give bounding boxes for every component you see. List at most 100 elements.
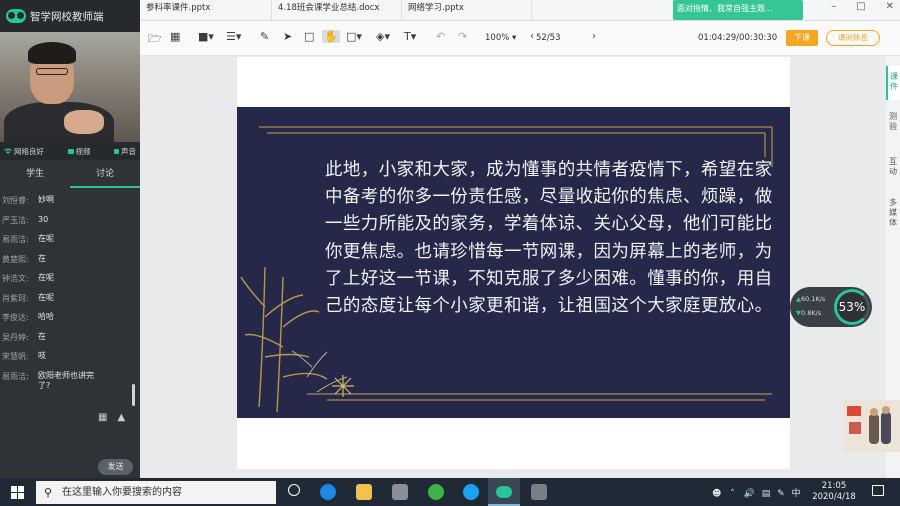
media-status-bar: 网络良好 视频 声音 [0, 142, 140, 160]
speaker-icon [114, 148, 119, 154]
upload-speed: ▲60.1K/s [796, 295, 826, 303]
video-thumbnail[interactable] [843, 400, 900, 452]
zoom-value: 100% [485, 33, 510, 43]
clock-time: 21:05 [821, 481, 847, 491]
chat-scrollbar[interactable] [132, 384, 135, 406]
chat-text: 在呢 [38, 273, 54, 282]
slide: 此地，小家和大家，成为懂事的共情者疫情下，希望在家中备考的你多一份责任感，尽量收… [237, 107, 790, 418]
redo-icon[interactable]: ↷ [458, 30, 467, 43]
clock[interactable]: 21:05 2020/4/18 [806, 481, 862, 503]
slide-body-text: 此地，小家和大家，成为懂事的共情者疫情下，希望在家中备考的你多一份责任感，尽量收… [325, 160, 773, 317]
shape-icon[interactable]: □▾ [346, 30, 362, 43]
app-icon-4[interactable] [531, 484, 547, 500]
prev-page-icon[interactable]: ‹ [530, 31, 534, 42]
search-placeholder: 在这里输入你要搜索的内容 [62, 487, 182, 498]
taskbar-search[interactable]: ⚲ 在这里输入你要搜索的内容 [36, 481, 276, 504]
app-name: 智学网校教师端 [30, 10, 104, 23]
file-tab-1[interactable]: 参科率课件.pptx [140, 0, 272, 20]
folder-icon[interactable]: 🗁 [148, 30, 162, 49]
app-logo-icon [6, 9, 26, 23]
chat-text: 在 [38, 253, 46, 263]
next-page-icon[interactable]: › [592, 31, 596, 42]
audio-toggle[interactable]: 声音 [114, 146, 136, 157]
volume-icon[interactable]: 🔊 [744, 489, 755, 499]
network-icon[interactable]: ▤ [762, 489, 771, 499]
file-tab-2[interactable]: 4.18班会课学业总结.docx [272, 0, 402, 20]
text-icon[interactable]: T▾ [404, 30, 416, 43]
camera-person-glasses [36, 68, 68, 75]
minimize-icon[interactable]: – [831, 1, 836, 12]
people-icon[interactable]: ☻ [712, 489, 721, 499]
tray-up-icon[interactable]: ˄ [730, 489, 735, 499]
camera-person-hand [64, 110, 104, 134]
fill-color-icon[interactable]: ■▾ [198, 30, 214, 43]
app-brand: 智学网校教师端 [0, 0, 140, 32]
page-counter: 52/53 [536, 33, 561, 43]
file-explorer-icon[interactable] [356, 484, 372, 500]
clock-date: 2020/4/18 [812, 492, 856, 502]
pointer-icon[interactable]: ➤ [283, 30, 292, 43]
eraser-icon[interactable]: ◈▾ [376, 30, 390, 43]
add-file-icon[interactable]: ▦ [170, 30, 180, 43]
clear-chat-icon[interactable]: ▲ [117, 412, 125, 423]
app-icon-1[interactable] [392, 484, 408, 500]
network-status: 网络良好 [4, 146, 44, 157]
slide-page: 此地，小家和大家，成为懂事的共情者疫情下，希望在家中备考的你多一份责任感，尽量收… [237, 57, 790, 469]
chat-text: 30 [38, 214, 49, 224]
wifi-icon [4, 148, 12, 154]
chat-message: 黄楚熙: 在 [0, 249, 140, 269]
tab-courseware[interactable]: 课件 [886, 66, 900, 100]
windows-taskbar: ⚲ 在这里输入你要搜索的内容 ☻ ˄ 🔊 ▤ ✎ 中 21:05 2020/4/… [0, 478, 900, 506]
network-speed-widget[interactable]: ▲60.1K/s ▼0.8K/s 53% [790, 287, 872, 327]
break-button[interactable]: 课间休息 [826, 30, 880, 46]
audio-label: 声音 [121, 146, 136, 156]
chat-message: 肖紫珂: 在呢 [0, 288, 140, 308]
pen-tray-icon[interactable]: ✎ [777, 489, 785, 499]
hand-icon[interactable]: ✋ [322, 30, 340, 43]
end-class-button[interactable]: 下课 [786, 30, 818, 46]
video-label: 视频 [75, 146, 91, 156]
download-speed: ▼0.8K/s [796, 309, 822, 317]
zoom-select[interactable]: 100% ▾ [485, 33, 516, 43]
tab-discussion[interactable]: 讨论 [70, 160, 140, 188]
chat-message: 宋慧帆: 吱 [0, 346, 140, 366]
chat-message: 易雨洁: 在呢 [0, 229, 140, 249]
tab-media[interactable]: 多媒体 [886, 198, 900, 238]
file-tab-3[interactable]: 网络学习.pptx [402, 0, 532, 20]
tab-quiz[interactable]: 测验 [886, 112, 900, 142]
close-icon[interactable]: ✕ [886, 1, 894, 12]
task-view-icon[interactable] [288, 484, 300, 496]
tab-interact[interactable]: 互动 [886, 157, 900, 187]
chat-tools: ▦ ▲ [98, 412, 125, 423]
chat-message: 易雨洁: 欧阳老师也讲完了? [0, 366, 140, 390]
chat-sender: 黄楚熙: [2, 254, 29, 264]
pen-icon[interactable]: ✎ [260, 30, 269, 43]
chat-text: 在 [38, 331, 46, 341]
left-panel: 智学网校教师端 网络良好 视频 声音 学生 讨论 刘恒睿: 妙啊严玉洁: 30 易雨洁… [0, 0, 140, 478]
edge-icon[interactable] [320, 484, 336, 500]
tab-students[interactable]: 学生 [0, 160, 70, 188]
select-icon[interactable]: □ [304, 30, 314, 43]
thumbnail-image [847, 406, 891, 444]
maximize-icon[interactable]: □ [856, 1, 865, 12]
chat-sender: 刘恒睿: [2, 196, 29, 205]
send-button[interactable]: 发送 [98, 459, 133, 475]
app-icon-2[interactable] [428, 484, 444, 500]
app-icon-3[interactable] [463, 484, 479, 500]
notice-banner[interactable]: 面对拖情、我常自强主题... [673, 0, 803, 20]
video-toggle[interactable]: 视频 [67, 146, 91, 157]
file-tab-bar: 参科率课件.pptx 4.18班会课学业总结.docx 网络学习.pptx 面对… [140, 0, 900, 21]
chat-sender: 钟浩文: [2, 274, 29, 283]
undo-icon[interactable]: ↶ [436, 30, 445, 43]
chat-message: 李俊达: 哈哈 [0, 307, 140, 327]
chat-text: 哈哈 [38, 312, 54, 321]
chat-sender: 易雨洁: [2, 371, 29, 381]
chat-message: 刘恒睿: 妙啊 [0, 190, 140, 210]
line-style-icon[interactable]: ☰▾ [226, 30, 241, 43]
chat-settings-icon[interactable]: ▦ [98, 412, 107, 423]
chat-sender: 严玉洁: [2, 215, 29, 225]
ime-indicator[interactable]: 中 [792, 489, 801, 499]
chat-sender: 宋慧帆: [2, 352, 29, 361]
notification-icon[interactable] [872, 485, 884, 496]
windows-start-icon[interactable] [11, 486, 24, 499]
